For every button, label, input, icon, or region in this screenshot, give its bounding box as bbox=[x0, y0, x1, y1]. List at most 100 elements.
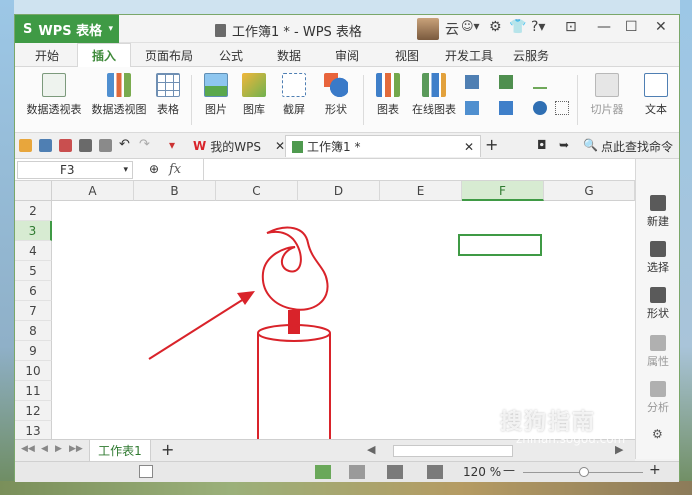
arrow-drawing[interactable] bbox=[148, 291, 255, 360]
task-shape-button[interactable]: 形状 bbox=[636, 287, 680, 321]
chart-button[interactable]: 图表 bbox=[371, 73, 405, 117]
open-icon[interactable] bbox=[19, 139, 32, 152]
horizontal-scrollbar-thumb[interactable] bbox=[393, 445, 513, 457]
window-title-text: 工作簿1 * - WPS 表格 bbox=[232, 25, 362, 40]
tab-workbook1[interactable]: 工作簿1 * ✕ bbox=[285, 135, 481, 157]
restore-window-icon[interactable]: ⊡ bbox=[565, 19, 577, 35]
page-break-view-icon[interactable] bbox=[387, 465, 403, 479]
zoom-slider-thumb[interactable] bbox=[579, 467, 589, 477]
zoom-formula-icon[interactable]: ⊕ bbox=[149, 162, 159, 176]
next-sheet-icon[interactable]: ▶ bbox=[55, 444, 62, 454]
zoom-in-icon[interactable]: + bbox=[649, 462, 661, 478]
sheet-tab-1[interactable]: 工作表1 bbox=[89, 440, 151, 462]
page-layout-view-icon[interactable] bbox=[349, 465, 365, 479]
normal-view-icon[interactable] bbox=[315, 465, 331, 479]
arrow-head[interactable] bbox=[237, 291, 255, 305]
task-new-button[interactable]: 新建 bbox=[636, 195, 680, 229]
name-box-value: F3 bbox=[60, 163, 75, 177]
undo-icon[interactable]: ↶ bbox=[119, 137, 130, 152]
app-menu-button[interactable]: S WPS 表格 ▾ bbox=[15, 15, 119, 43]
user-avatar[interactable] bbox=[417, 18, 439, 40]
fx-icon[interactable]: fx bbox=[169, 162, 181, 177]
shirt-icon[interactable]: 👕 bbox=[509, 19, 526, 35]
candle-drawing[interactable] bbox=[257, 226, 331, 439]
menu-view[interactable]: 视图 bbox=[395, 47, 419, 64]
flame-shape[interactable] bbox=[261, 226, 329, 311]
table-button[interactable]: 表格 bbox=[151, 73, 185, 117]
bar-chart-icon[interactable] bbox=[499, 75, 513, 89]
spreadsheet-grid[interactable]: A B C D E F G 2 3 4 5 6 7 8 9 10 11 12 1… bbox=[15, 181, 635, 439]
text-button[interactable]: 文本 bbox=[639, 73, 673, 117]
zoom-level[interactable]: 120 % bbox=[463, 465, 501, 479]
screenshot-button[interactable]: 截屏 bbox=[277, 73, 311, 117]
stock-chart-icon[interactable] bbox=[499, 101, 513, 115]
chart-type-gallery[interactable] bbox=[463, 73, 575, 125]
reading-mode-icon[interactable] bbox=[427, 465, 443, 479]
arrow-line[interactable] bbox=[148, 296, 248, 360]
user-status-icon[interactable]: ☺▾ bbox=[461, 19, 480, 33]
save-icon[interactable] bbox=[39, 139, 52, 152]
task-properties-button[interactable]: 属性 bbox=[636, 335, 680, 369]
slicer-button[interactable]: 切片器 bbox=[585, 73, 629, 117]
add-sheet-icon[interactable]: + bbox=[161, 440, 174, 459]
new-tab-icon[interactable]: + bbox=[485, 135, 498, 154]
skin-icon[interactable]: ⚙ bbox=[489, 19, 502, 35]
redo-icon[interactable]: ↷ bbox=[139, 137, 150, 152]
customize-toolbar-icon[interactable]: ▾ bbox=[169, 138, 175, 152]
menu-home[interactable]: 开始 bbox=[35, 47, 59, 64]
last-sheet-icon[interactable]: ▶▶ bbox=[69, 444, 83, 454]
menu-cloud[interactable]: 云服务 bbox=[513, 47, 549, 64]
picture-button[interactable]: 图片 bbox=[199, 73, 233, 117]
menu-page-layout[interactable]: 页面布局 bbox=[145, 47, 193, 64]
spreadsheet-icon bbox=[292, 140, 303, 153]
task-analysis-button[interactable]: 分析 bbox=[636, 381, 680, 415]
pane-settings-icon[interactable]: ⚙ bbox=[652, 427, 663, 441]
area-chart-icon[interactable] bbox=[465, 101, 479, 115]
chart-label: 图表 bbox=[377, 103, 399, 116]
pivot-chart-button[interactable]: 数据透视图 bbox=[91, 73, 147, 117]
name-box[interactable]: F3 ▾ bbox=[17, 161, 133, 179]
close-icon[interactable]: ✕ bbox=[464, 140, 474, 154]
pivot-table-button[interactable]: 数据透视表 bbox=[21, 73, 87, 117]
menu-review[interactable]: 审阅 bbox=[335, 47, 359, 64]
slicer-label: 切片器 bbox=[590, 103, 624, 116]
help-icon[interactable]: ?▾ bbox=[531, 19, 545, 35]
task-select-button[interactable]: 选择 bbox=[636, 241, 680, 275]
line-chart-icon[interactable] bbox=[533, 75, 547, 89]
prev-sheet-icon[interactable]: ◀ bbox=[41, 444, 48, 454]
pie-chart-icon[interactable] bbox=[533, 101, 547, 115]
close-icon[interactable]: ✕ bbox=[655, 19, 667, 35]
close-icon[interactable]: ✕ bbox=[275, 139, 285, 153]
shape-button[interactable]: 形状 bbox=[319, 73, 353, 117]
menu-formula[interactable]: 公式 bbox=[219, 47, 243, 64]
macro-record-icon[interactable] bbox=[139, 465, 153, 478]
first-sheet-icon[interactable]: ◀◀ bbox=[21, 444, 35, 454]
gallery-button[interactable]: 图库 bbox=[237, 73, 271, 117]
text-box-icon bbox=[644, 73, 668, 97]
task-select-label: 选择 bbox=[647, 261, 669, 274]
menu-developer[interactable]: 开发工具 bbox=[445, 47, 493, 64]
chevron-down-icon[interactable]: ▾ bbox=[123, 165, 128, 175]
minimize-icon[interactable]: — bbox=[597, 19, 611, 35]
shape-label: 形状 bbox=[325, 103, 347, 116]
user-name[interactable]: 云 bbox=[445, 19, 459, 39]
tab-my-wps[interactable]: W 我的WPS ✕ bbox=[187, 135, 291, 157]
zoom-out-icon[interactable]: — bbox=[503, 463, 515, 477]
scroll-left-icon[interactable]: ◀ bbox=[367, 443, 375, 456]
menu-insert[interactable]: 插入 bbox=[77, 43, 131, 67]
shape-icon bbox=[324, 73, 348, 97]
print-icon[interactable] bbox=[79, 139, 92, 152]
maximize-icon[interactable]: ☐ bbox=[625, 19, 638, 35]
menu-data[interactable]: 数据 bbox=[277, 47, 301, 64]
mobile-icon[interactable]: ◘ bbox=[537, 138, 547, 152]
slicer-icon bbox=[595, 73, 619, 97]
print-preview-icon[interactable] bbox=[99, 139, 112, 152]
command-search[interactable]: 🔍 点此查找命令 bbox=[583, 138, 673, 155]
scatter-chart-icon[interactable] bbox=[555, 101, 569, 115]
column-chart-icon[interactable] bbox=[465, 75, 479, 89]
online-chart-button[interactable]: 在线图表 bbox=[409, 73, 459, 117]
export-pdf-icon[interactable] bbox=[59, 139, 72, 152]
candle-wick[interactable] bbox=[288, 310, 300, 334]
picture-icon bbox=[204, 73, 228, 97]
share-icon[interactable]: ➥ bbox=[559, 138, 569, 152]
